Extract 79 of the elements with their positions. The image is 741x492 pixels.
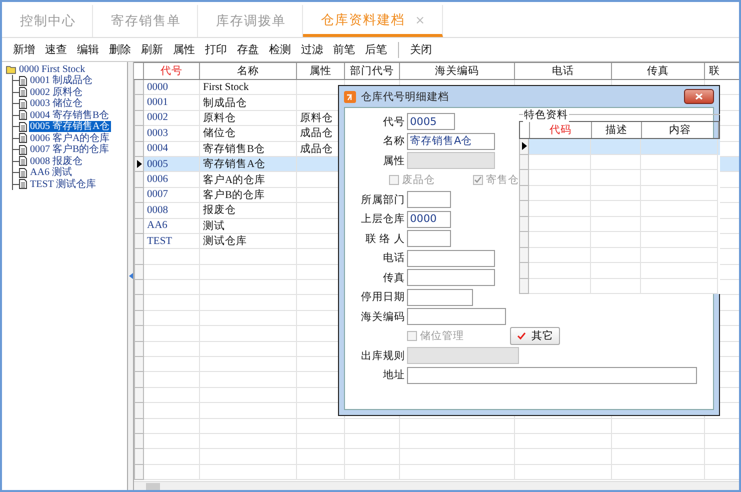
input-field[interactable]	[407, 230, 451, 248]
row-pointer-icon	[136, 160, 142, 168]
table-row[interactable]	[519, 232, 720, 248]
field-label: 属性	[382, 154, 406, 168]
toolbar-button[interactable]: 后笔	[360, 42, 392, 57]
toolbar-button[interactable]: 编辑	[72, 42, 104, 57]
toolbar-button[interactable]: 删除	[104, 42, 136, 57]
input-field[interactable]	[407, 308, 506, 326]
table-row[interactable]	[519, 278, 720, 294]
row-pointer-icon	[522, 142, 526, 150]
field-label: 海关编码	[360, 310, 406, 324]
table-row[interactable]	[519, 170, 720, 186]
checkmark-icon	[474, 176, 482, 184]
toolbar-button[interactable]: 前笔	[328, 42, 360, 57]
table-row[interactable]	[519, 248, 720, 263]
input-field[interactable]	[407, 191, 451, 208]
input-field[interactable]	[407, 366, 697, 384]
table-row[interactable]	[519, 216, 720, 232]
input-field[interactable]	[407, 250, 495, 267]
column-header[interactable]: 名称	[200, 63, 297, 79]
toolbar-button[interactable]: 刷新	[136, 42, 168, 57]
toolbar-button[interactable]: 属性	[168, 42, 200, 57]
field-label: 停用日期	[360, 290, 406, 304]
column-header[interactable]: 联	[705, 63, 739, 79]
tree-item[interactable]: 0007 客户B的仓库	[29, 144, 110, 156]
tree-item[interactable]: 0005 寄存销售A仓	[29, 121, 111, 132]
input-field[interactable]	[407, 269, 495, 286]
check-icon	[516, 332, 526, 340]
tree-item[interactable]: 0001 制成品仓	[29, 75, 94, 86]
field-label: 电话	[382, 251, 406, 266]
column-header[interactable]: 内容	[642, 122, 719, 138]
table-row[interactable]	[519, 201, 720, 216]
column-header[interactable]: 传真	[612, 63, 705, 79]
field-label: 所属部门	[360, 192, 406, 207]
tree-item[interactable]: 0006 客户A的仓库	[29, 132, 111, 144]
toolbar-button[interactable]: 检测	[264, 42, 296, 57]
column-header[interactable]: 代号	[144, 63, 200, 79]
column-header[interactable]: 属性	[297, 63, 345, 79]
field-label: 上层仓库	[360, 212, 406, 226]
tree-item[interactable]: AA6 测试	[29, 167, 73, 178]
close-button[interactable]	[684, 89, 714, 104]
input-field[interactable]: 0000	[407, 210, 451, 228]
table-row[interactable]	[519, 263, 720, 278]
toolbar-button[interactable]: 过滤	[296, 42, 328, 57]
row-header[interactable]	[134, 156, 144, 172]
input-field[interactable]	[407, 288, 473, 306]
toolbar-button[interactable]: 关闭	[405, 42, 437, 57]
field-label: 代号	[382, 114, 406, 129]
column-header[interactable]: 描述	[592, 122, 642, 138]
input-field[interactable]: 0005	[407, 113, 455, 130]
splitter-arrow-icon[interactable]	[128, 273, 132, 279]
tree-item[interactable]: 0008 报废仓	[29, 156, 84, 167]
table-row[interactable]	[519, 186, 720, 201]
column-header[interactable]: 部门代号	[345, 63, 400, 79]
toolbar-button[interactable]: 存盘	[232, 42, 264, 57]
close-icon	[695, 93, 703, 100]
scrollbar-thumb[interactable]	[146, 482, 160, 490]
field-label: 地址	[382, 368, 406, 382]
column-header[interactable]: 代码	[530, 122, 592, 138]
tree-item[interactable]: 0003 储位仓	[29, 98, 84, 110]
tree-item[interactable]: 0004 寄存销售B仓	[29, 110, 110, 121]
app-icon	[344, 90, 356, 102]
other-button[interactable]: 其它	[510, 327, 560, 346]
input-field[interactable]: 寄存销售A仓	[407, 132, 495, 150]
field-label: 出库规则	[360, 348, 406, 363]
row-header[interactable]	[519, 139, 529, 154]
toolbar-button[interactable]: 速查	[40, 42, 72, 57]
tree-item[interactable]: 0000 First Stock	[18, 64, 86, 75]
tree-item[interactable]: TEST 测试仓库	[29, 178, 98, 190]
toolbar-button[interactable]: 新增	[8, 42, 40, 57]
column-header[interactable]: 海关编码	[400, 63, 515, 79]
toolbar-button[interactable]: 打印	[200, 42, 232, 57]
field-label: 传真	[382, 270, 406, 285]
column-header[interactable]: 电话	[515, 63, 612, 79]
field-label: 名称	[382, 134, 406, 148]
field-label: 联 络 人	[364, 232, 406, 246]
folder-icon[interactable]	[6, 65, 17, 74]
panel-title: 特色资料	[523, 108, 569, 122]
tree-item[interactable]: 0002 原料仓	[29, 86, 84, 98]
